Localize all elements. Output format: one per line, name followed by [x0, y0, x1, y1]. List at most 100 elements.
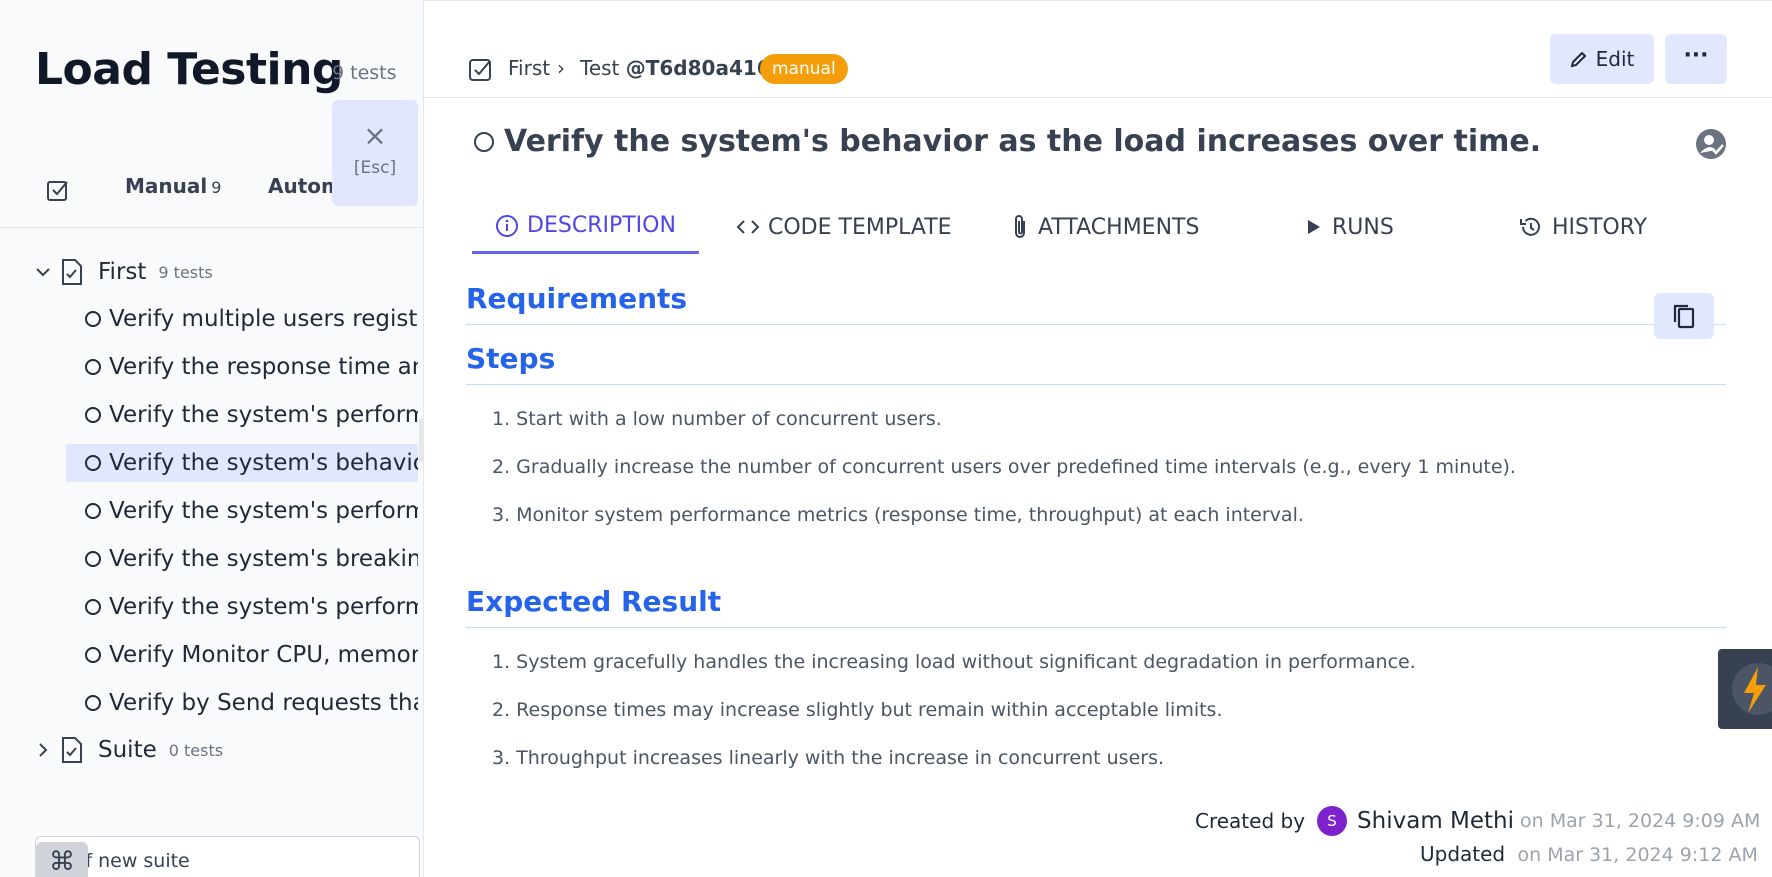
new-suite-input[interactable]: [56, 850, 396, 872]
status-circle-icon: [85, 503, 101, 519]
filter-manual-count: 9: [211, 178, 222, 197]
suite-icon: [62, 259, 82, 285]
status-circle-icon: [85, 647, 101, 663]
esc-hint: [Esc]: [353, 158, 397, 178]
tab-runs-label: RUNS: [1332, 214, 1394, 240]
test-tabs: DESCRIPTION CODE TEMPLATE ATTACHMENTS RU…: [472, 200, 1726, 254]
test-row-title: Verify multiple users register: [109, 306, 418, 332]
tab-history[interactable]: HISTORY: [1518, 200, 1647, 254]
history-icon: [1520, 217, 1540, 236]
step-item: 1. Start with a low number of concurrent…: [492, 408, 942, 430]
new-suite-field[interactable]: [35, 836, 420, 877]
status-circle-icon: [85, 695, 101, 711]
created-label: Created by: [1195, 809, 1306, 833]
suite-name: First: [98, 259, 147, 285]
expected-item: 2. Response times may increase slightly …: [492, 699, 1223, 721]
assistant-widget[interactable]: [1718, 649, 1772, 729]
breadcrumb-test: Test @T6d80a416: [580, 56, 771, 80]
tab-description[interactable]: DESCRIPTION: [472, 200, 699, 254]
test-row-title: Verify the system's breaking: [109, 546, 418, 572]
step-item: 2. Gradually increase the number of conc…: [492, 456, 1516, 478]
sidebar: Load Testing 9 tests × [Esc] Manual 9 Aut…: [0, 0, 424, 877]
expected-item: 3. Throughput increases linearly with th…: [492, 747, 1165, 769]
test-title-text: Verify the system's behavior as the load…: [504, 124, 1542, 159]
status-circle-icon: [85, 407, 101, 423]
user-check-icon[interactable]: [1695, 128, 1727, 160]
project-title: Load Testing: [35, 44, 343, 95]
test-row-title: Verify the system's performa: [109, 498, 418, 524]
command-icon[interactable]: ⌘: [36, 842, 88, 877]
chevron-down-icon[interactable]: [34, 263, 52, 281]
test-title: Verify the system's behavior as the load…: [474, 124, 1541, 159]
pencil-icon: [1570, 51, 1587, 68]
suite-icon: [62, 737, 82, 763]
status-circle-icon: [474, 131, 494, 152]
expected-list: 1. System gracefully handles the increas…: [492, 650, 1416, 794]
info-icon: [496, 214, 519, 237]
test-id: @T6d80a416: [625, 56, 771, 80]
steps-divider: [466, 384, 1726, 385]
updated-date: on Mar 31, 2024 9:12 AM: [1517, 844, 1758, 866]
test-row[interactable]: Verify by Send requests that: [66, 684, 418, 722]
test-row[interactable]: Verify the system's performa: [66, 492, 418, 530]
breadcrumb-separator: ›: [557, 56, 565, 80]
test-row[interactable]: Verify Monitor CPU, memory,: [66, 636, 418, 674]
project-test-count: 9 tests: [332, 62, 397, 84]
lightning-icon: [1732, 663, 1772, 715]
test-row-title: Verify the response time and: [109, 354, 418, 380]
updated-label: Updated: [1420, 842, 1506, 866]
chevron-right-icon[interactable]: [34, 741, 52, 759]
status-circle-icon: [85, 455, 101, 471]
expected-divider: [466, 627, 1726, 628]
tab-code-template-label: CODE TEMPLATE: [768, 214, 952, 240]
test-row[interactable]: Verify multiple users register: [66, 300, 418, 338]
suite-count: 0 tests: [168, 740, 224, 760]
test-row-selected[interactable]: Verify the system's behavior: [66, 444, 418, 482]
suite-row-suite[interactable]: Suite 0 tests: [34, 730, 223, 770]
avatar: S: [1317, 806, 1348, 836]
filter-automated-tab[interactable]: Autom: [268, 174, 342, 198]
steps-heading: Steps: [466, 342, 556, 375]
status-circle-icon: [85, 551, 101, 567]
copy-button[interactable]: [1654, 293, 1714, 339]
copy-icon: [1673, 304, 1695, 329]
expected-item: 1. System gracefully handles the increas…: [492, 651, 1416, 673]
edit-button[interactable]: Edit: [1550, 34, 1654, 84]
checklist-filter-icon[interactable]: [44, 174, 74, 204]
close-panel-button[interactable]: × [Esc]: [332, 100, 418, 206]
tab-attachments-label: ATTACHMENTS: [1038, 214, 1200, 240]
test-row[interactable]: Verify the system's performa: [66, 396, 418, 434]
suite-row-first[interactable]: First 9 tests: [34, 252, 213, 292]
filter-manual-tab[interactable]: Manual 9: [125, 174, 221, 198]
filter-manual-label: Manual: [125, 174, 208, 198]
breadcrumb-suite[interactable]: First: [508, 56, 550, 80]
test-row[interactable]: Verify the response time and: [66, 348, 418, 386]
status-circle-icon: [85, 311, 101, 327]
updated-line: Updated on Mar 31, 2024 9:12 AM: [1420, 842, 1758, 866]
test-row[interactable]: Verify the system's breaking: [66, 540, 418, 578]
tab-runs[interactable]: RUNS: [1302, 200, 1394, 254]
paperclip-icon: [1015, 215, 1025, 238]
step-item: 3. Monitor system performance metrics (r…: [492, 504, 1304, 526]
tab-attachments[interactable]: ATTACHMENTS: [1010, 200, 1199, 254]
test-row-title: Verify the system's behavior: [109, 450, 418, 476]
status-circle-icon: [85, 359, 101, 375]
edit-label: Edit: [1595, 47, 1635, 71]
expected-result-heading: Expected Result: [466, 585, 722, 618]
created-by-line: Created by S Shivam Methi on Mar 31, 202…: [1195, 806, 1760, 836]
play-icon: [1308, 220, 1320, 234]
test-row-title: Verify the system's performa: [109, 594, 418, 620]
manual-badge: manual: [760, 54, 848, 84]
test-row-title: Verify the system's performa: [109, 402, 418, 428]
more-options-button[interactable]: ···: [1665, 34, 1727, 84]
tab-code-template[interactable]: CODE TEMPLATE: [736, 200, 952, 254]
suite-name: Suite: [98, 737, 157, 763]
test-row[interactable]: Verify the system's performa: [66, 588, 418, 626]
breadcrumb-test-prefix: Test: [580, 56, 620, 80]
close-icon: ×: [363, 119, 387, 152]
code-icon: [736, 220, 760, 234]
author-name[interactable]: Shivam Methi: [1357, 808, 1514, 834]
panel-resize-handle[interactable]: [419, 418, 423, 462]
created-date: on Mar 31, 2024 9:09 AM: [1520, 810, 1761, 832]
status-circle-icon: [85, 599, 101, 615]
